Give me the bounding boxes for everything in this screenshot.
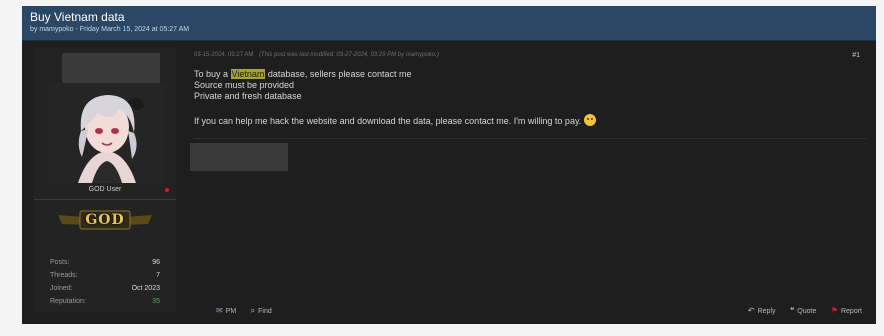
reply-button[interactable]: ↶ Reply	[748, 306, 776, 315]
search-icon: ⌕	[250, 305, 256, 315]
thread-header: Buy Vietnam data by mamypoko - Friday Ma…	[22, 6, 876, 41]
flag-icon: ⚑	[830, 306, 838, 316]
stat-label: Threads:	[50, 272, 78, 279]
avatar-image	[48, 83, 166, 183]
text-span: If you can help me hack the website and …	[194, 116, 582, 126]
user-title: GOD User	[88, 186, 122, 193]
stat-value: 7	[156, 272, 160, 279]
rank-badge: GOD	[56, 207, 154, 233]
author-sidebar: GOD User GOD Posts: 96 Threads: 7 Joined…	[34, 47, 176, 312]
quote-icon: ❝	[789, 306, 795, 316]
button-label: Quote	[797, 308, 817, 316]
stat-threads: Threads: 7	[50, 272, 160, 285]
signature-redacted	[190, 143, 288, 171]
post-actions-left: ✉ PM ⌕ Find	[216, 302, 282, 320]
stat-reputation: Reputation: 35	[50, 298, 160, 311]
text-span: database, sellers please contact me	[265, 69, 412, 79]
post-line: Private and fresh database	[194, 91, 302, 101]
user-stats: Posts: 96 Threads: 7 Joined: Oct 2023 Re…	[50, 259, 160, 311]
post-line: If you can help me hack the website and …	[194, 114, 834, 127]
stat-label[interactable]: Reputation:	[50, 298, 86, 305]
stat-value[interactable]: 35	[152, 298, 160, 305]
stat-joined: Joined: Oct 2023	[50, 285, 160, 298]
button-label: Find	[258, 307, 272, 315]
post-content: 03-15-2024, 05:27 AM (This post was last…	[190, 47, 866, 315]
post-row: GOD User GOD Posts: 96 Threads: 7 Joined…	[22, 41, 876, 324]
online-status-icon	[165, 188, 169, 192]
username-redacted[interactable]	[62, 53, 160, 83]
avatar[interactable]	[48, 83, 166, 183]
thread-subtitle: by mamypoko - Friday March 15, 2024 at 0…	[30, 26, 190, 33]
post-actions-right: ↶ Reply ❝ Quote ⚑ Report	[748, 302, 862, 320]
post-line: Source must be provided	[194, 80, 295, 90]
reply-icon: ↶	[747, 306, 755, 316]
post-container: Buy Vietnam data by mamypoko - Friday Ma…	[22, 6, 876, 324]
quote-button[interactable]: ❝ Quote	[790, 306, 816, 315]
thread-title[interactable]: Buy Vietnam data	[30, 10, 125, 24]
post-date: 03-15-2024, 05:27 AM	[194, 52, 254, 58]
stat-posts: Posts: 96	[50, 259, 160, 272]
text-span: To buy a	[194, 69, 231, 79]
button-label: Report	[840, 308, 862, 316]
rank-label: GOD	[85, 212, 125, 228]
report-button[interactable]: ⚑ Report	[831, 306, 862, 315]
post-body: To buy a Vietnam database, sellers pleas…	[194, 69, 834, 127]
post-number-link[interactable]: #1	[852, 52, 860, 59]
post-meta: 03-15-2024, 05:27 AM (This post was last…	[194, 52, 439, 58]
stat-value: Oct 2023	[131, 285, 160, 292]
find-button[interactable]: ⌕ Find	[251, 306, 272, 316]
stat-label: Joined:	[50, 285, 73, 292]
stat-label: Posts:	[50, 259, 70, 266]
divider	[34, 199, 176, 200]
post-line: To buy a Vietnam database, sellers pleas…	[194, 69, 834, 80]
stat-value: 96	[152, 259, 160, 266]
smiley-icon	[584, 114, 597, 126]
envelope-icon: ✉	[216, 306, 223, 316]
button-label: Reply	[757, 308, 776, 316]
button-label: PM	[225, 308, 237, 316]
highlighted-term: Vietnam	[230, 69, 266, 79]
signature-divider	[194, 138, 866, 139]
pm-button[interactable]: ✉ PM	[216, 306, 236, 315]
post-edited-note: (This post was last modified: 03-27-2024…	[259, 52, 439, 58]
